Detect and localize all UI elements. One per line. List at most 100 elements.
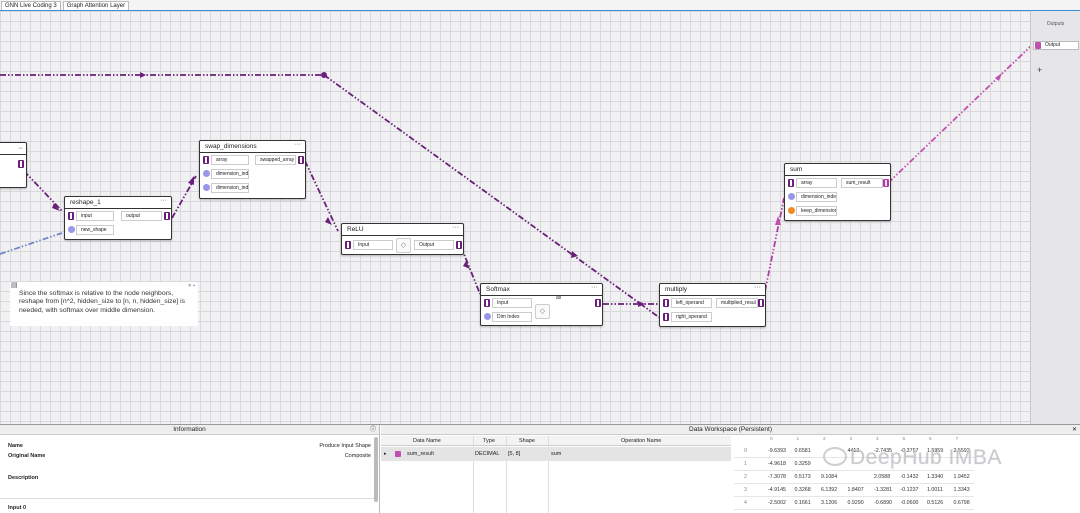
output-pin-icon[interactable] (758, 299, 764, 307)
matrix-cell: -4.9618 (768, 461, 786, 467)
description-key: Description (8, 475, 39, 481)
add-output-button[interactable]: + (1037, 65, 1042, 75)
expand-arrow-icon[interactable]: ▸ (384, 447, 387, 461)
node-sum[interactable]: sum array sum_result dimension_inde keep… (784, 163, 891, 221)
column-header[interactable]: Operation Name (621, 436, 661, 446)
info-scrollbar[interactable] (374, 437, 378, 502)
output-port-label: output (121, 211, 162, 221)
name-value: Produce Input Shape (319, 443, 371, 449)
bool-input-circle-icon[interactable] (788, 207, 795, 214)
wire-junction-dot (321, 72, 327, 78)
node-title: ReLU (342, 224, 463, 236)
input-pin-icon[interactable] (663, 313, 669, 321)
dim-input-circle-icon[interactable] (203, 170, 210, 177)
info-icon[interactable]: ⓘ (370, 425, 376, 435)
input-pin-icon[interactable] (345, 241, 351, 249)
output-port-label: Output (414, 240, 454, 250)
tensor-input-circle-icon[interactable] (68, 226, 75, 233)
note-controls-icon[interactable]: ✕ ▪ (188, 282, 195, 290)
column-header[interactable]: Shape (519, 436, 535, 446)
workspace-title: Data Workspace (Persistent) (689, 426, 772, 433)
matrix-col-header: 2 (823, 437, 826, 442)
information-title: Information (173, 426, 206, 433)
tab-graph-attention-layer[interactable]: Graph Attention Layer (62, 1, 130, 10)
output-pin-icon[interactable] (883, 179, 889, 187)
matrix-row-index: 4 (744, 500, 747, 506)
matrix-row-index: 2 (744, 474, 747, 480)
node-swap-dimensions[interactable]: swap_dimensions ··· array swapped_array … (199, 140, 306, 199)
matrix-cell: -2.5002 (768, 500, 786, 506)
matrix-cell: -0.1432 (900, 474, 919, 480)
matrix-cell: 2.0588 (874, 474, 891, 480)
matrix-col-header: 4 (876, 437, 879, 442)
left-operand-label: left_operand (671, 298, 712, 308)
array-port-label: array (211, 155, 249, 165)
input-pin-icon[interactable] (484, 299, 490, 307)
input-pin-icon[interactable] (663, 299, 669, 307)
matrix-cell: -9.6393 (768, 448, 786, 454)
output-pin-icon[interactable] (164, 212, 170, 220)
matrix-cell: 0.9290 (847, 500, 864, 506)
matrix-cell: -1.3281 (874, 487, 892, 493)
dim-input-circle-icon[interactable] (484, 313, 491, 320)
output-pin-icon[interactable] (298, 156, 304, 164)
wire-left-to-reshape (23, 170, 63, 212)
input-port-label: Input (492, 298, 532, 308)
table-row-selected[interactable]: ▸ sum_result DECIMAL [5, 8] sum (381, 447, 731, 461)
tab-gnn-live-coding[interactable]: GNN Live Coding 3 (1, 1, 61, 10)
node-multiply[interactable]: multiply ··· left_operand multiplied_res… (659, 283, 766, 327)
matrix-cell: 6.1392 (821, 487, 838, 493)
matrix-row: 4 -2.5002 0.1661 3.1206 0.9290 -0.6890 -0.0600… (734, 497, 974, 510)
dim-input-circle-icon[interactable] (788, 193, 795, 200)
node-title: swap_dimensions (200, 141, 305, 153)
matrix-row-index: 3 (744, 487, 747, 493)
information-panel: Information ⓘ Name Produce Input Shape O… (0, 425, 380, 513)
matrix-cell: -7.3078 (768, 474, 786, 480)
matrix-row-index: 1 (744, 461, 747, 467)
input-pin-icon[interactable] (68, 212, 74, 220)
shape-cell: [5, 8] (508, 451, 521, 457)
output-pin-icon[interactable] (1035, 42, 1041, 49)
matrix-col-header: 1 (796, 437, 800, 442)
matrix-cell: 1.9452 (953, 474, 970, 480)
close-icon[interactable]: ✕ (1072, 425, 1077, 435)
output-pin-icon[interactable] (18, 160, 24, 168)
output-port-label: swapped_array (255, 155, 296, 165)
matrix-cell: 1.3343 (953, 487, 970, 493)
keep-dim-port-label: keep_dimension (796, 206, 837, 216)
matrix-cell: 1.0011 (927, 487, 943, 493)
output-port-label: sum_result (841, 178, 883, 188)
matrix-cell: 0.6798 (953, 500, 970, 506)
operation-cell: sum (551, 451, 562, 457)
input-pin-icon[interactable] (203, 156, 209, 164)
outputs-panel: Outputs Output + (1030, 11, 1080, 424)
matrix-col-header: 5 (902, 437, 906, 442)
input-pin-icon[interactable] (788, 179, 794, 187)
watermark-text: DeepHub IMBA (850, 446, 1002, 469)
graph-output-port[interactable]: Output (1033, 41, 1079, 50)
array-port-label: array (796, 178, 837, 188)
matrix-row: 3 -4.9145 0.3268 6.1392 1.8407 -1.3281 -0.1237… (734, 484, 974, 497)
comment-note[interactable]: ▤ ✕ ▪ Since the softmax is relative to t… (10, 282, 198, 326)
node-title: reshape_1 (65, 197, 171, 209)
node-softmax[interactable]: Softmax ··· Input ax Dim Index ◇ (480, 283, 603, 326)
output-pin-icon[interactable] (595, 299, 601, 307)
workspace-table-header: Data Name Type Shape Operation Name (381, 436, 731, 446)
node-reshape[interactable]: reshape_1 ··· input output new_shape (64, 196, 172, 240)
relu-function-icon: ◇ (396, 238, 411, 253)
graph-canvas[interactable]: ··· reshape_1 ··· input output new_shape… (0, 11, 1030, 424)
matrix-cell: 0.3268 (794, 487, 811, 493)
matrix-cell: -0.0600 (900, 500, 919, 506)
matrix-cell: 0.3259 (794, 461, 811, 467)
app-window: { "tabs": ["GNN Live Coding 3", "Graph A… (0, 0, 1080, 513)
dim-input-circle-icon[interactable] (203, 184, 210, 191)
output-pin-icon[interactable] (456, 241, 462, 249)
wire-top-to-multiply (323, 74, 661, 319)
column-header[interactable]: Data Name (413, 436, 441, 446)
matrix-cell: 0.6581 (794, 448, 811, 454)
partial-node-left[interactable]: ··· (0, 142, 27, 188)
input-port-label: Input (353, 240, 393, 250)
node-relu[interactable]: ReLU ··· Input ◇ Output (341, 223, 464, 255)
column-header[interactable]: Type (483, 436, 495, 446)
matrix-row: 2 -7.3078 0.5173 9.1084 2.0588 -0.1432 1.3340 1… (734, 471, 974, 484)
